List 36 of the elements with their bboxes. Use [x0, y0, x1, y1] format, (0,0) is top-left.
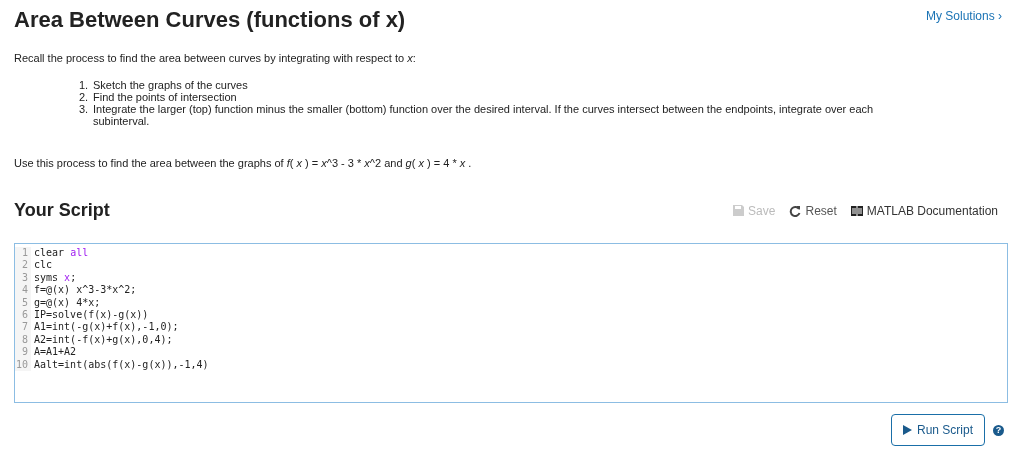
help-icon[interactable]: ? [993, 424, 1004, 436]
page-title: Area Between Curves (functions of x) [14, 6, 406, 34]
step-number: 2. [79, 91, 89, 103]
code-line: A=A1+A2 [34, 346, 77, 359]
book-icon [850, 205, 863, 216]
step-number: 3. [79, 103, 89, 117]
code-line: IP=solve(f(x)-g(x)) [34, 309, 149, 322]
run-script-button[interactable]: Run Script [890, 414, 985, 446]
code-line: g=@(x) 4*x; [34, 296, 101, 310]
code-line: A1=int(-g(x)+f(x),-1,0); [34, 321, 179, 334]
reset-button[interactable]: Reset [789, 203, 837, 218]
line-number: 7 [15, 321, 31, 334]
docs-button[interactable]: MATLAB Documentation [850, 203, 998, 218]
line-number: 2 [15, 259, 31, 272]
line-number: 1 [15, 247, 31, 260]
step-number: 1. [79, 79, 89, 91]
code-editor[interactable]: 1 clear all 2 clc 3 syms x; 4 f=@(x) x^3-3*x^2; 5 g=@(x) 4*x; 6 IP=solve(f(x)-g(x)) 7 A1=int(-g(x)+f(x),-1,0); 8 A2=int(-f(x)+g(x),0,4); 9 A=A1+A2 10 Aalt=int(abs(f(x)-g(x)),-1,4) [14, 243, 1008, 403]
refresh-icon [789, 204, 802, 217]
line-number: 9 [15, 346, 31, 359]
line-number: 6 [15, 309, 31, 322]
code-line: A2=int(-f(x)+g(x),0,4); [34, 333, 173, 347]
section-heading: Your Script [14, 200, 110, 221]
task-text: Use this process to find the area between the graphs of f( x ) = x^3 - 3 * x^2 and g( x ) = 4 * x . [14, 157, 473, 170]
step-text: Integrate the larger (top) function minus the smaller (bottom) function over the desired interval. If the curves intersect between the endpoints, integrate over each subinterval. [93, 103, 875, 127]
save-icon [733, 205, 745, 216]
my-solutions-link[interactable]: My Solutions › [925, 9, 1002, 23]
code-line: Aalt=int(abs(f(x)-g(x)),-1,4) [34, 358, 209, 372]
play-icon [902, 425, 912, 435]
step-text: Find the points of intersection [93, 91, 237, 103]
code-line: clc [34, 259, 53, 272]
instruction-text: Recall the process to find the area between curves by integrating with respect to x: [14, 52, 417, 65]
code-line: f=@(x) x^3-3*x^2; [34, 284, 137, 297]
line-number: 4 [15, 284, 31, 297]
code-line: syms x; [34, 271, 77, 285]
code-line: clear all [34, 247, 89, 260]
step-text: Sketch the graphs of the curves [93, 79, 248, 91]
